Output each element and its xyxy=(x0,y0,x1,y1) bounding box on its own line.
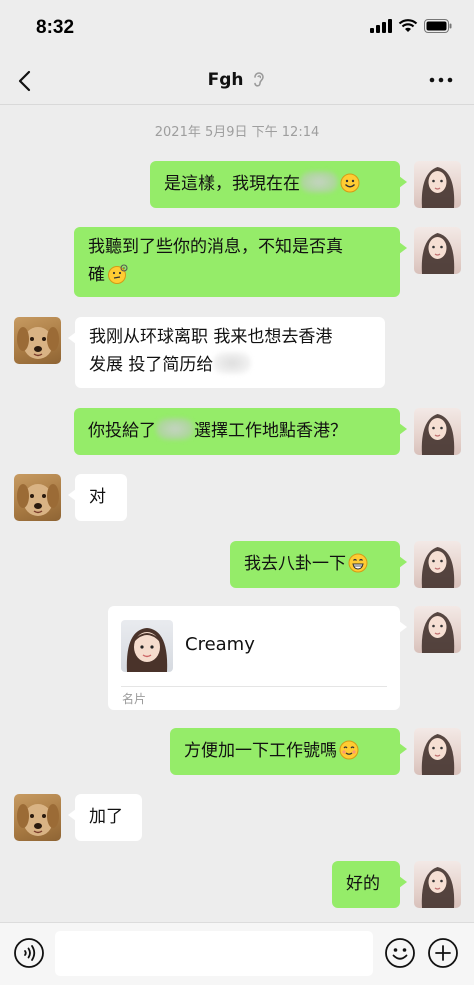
plus-icon xyxy=(428,938,458,968)
avatar-me[interactable] xyxy=(414,227,461,274)
message-bubble-me[interactable]: 好的 xyxy=(332,861,407,908)
message-text: 方便加一下工作號嗎 xyxy=(184,741,337,761)
heart-eyes-emoji-icon xyxy=(339,740,359,769)
signal-icon xyxy=(370,19,392,33)
message-text: 你投給了 xyxy=(88,421,156,441)
avatar-contact[interactable] xyxy=(14,317,61,364)
plus-button[interactable] xyxy=(427,937,459,969)
message-text-line2: 確 xyxy=(88,261,386,293)
message-text: 对 xyxy=(89,487,106,507)
chat-title-text: Fgh xyxy=(207,70,244,90)
message-bubble-other[interactable]: 对 xyxy=(68,474,127,521)
avatar-me[interactable] xyxy=(414,728,461,775)
message-text: 我聽到了些你的消息，不知是否真 xyxy=(88,237,343,257)
voice-button[interactable] xyxy=(13,937,45,969)
chat-title: Fgh xyxy=(0,70,474,93)
thinking-emoji-icon xyxy=(107,264,129,293)
message-bubble-me[interactable]: 我聽到了些你的消息，不知是否真 確 xyxy=(74,227,407,297)
contact-card[interactable]: Creamy 名片 xyxy=(108,606,407,710)
message-bubble-me[interactable]: 是這樣，我現在在 xyxy=(150,161,407,208)
redacted-blur xyxy=(300,171,338,193)
status-bar: 8:32 xyxy=(0,0,474,58)
avatar-contact[interactable] xyxy=(14,794,61,841)
avatar-contact[interactable] xyxy=(14,474,61,521)
wifi-icon xyxy=(398,19,418,32)
message-bubble-other[interactable]: 我刚从环球离职 我来也想去香港 发展 投了简历给 xyxy=(68,317,385,388)
message-text: 是這樣，我現在在 xyxy=(164,174,300,194)
avatar-me[interactable] xyxy=(414,408,461,455)
smile-emoji-icon xyxy=(340,173,360,202)
redacted-blur xyxy=(156,418,194,440)
message-bubble-other[interactable]: 加了 xyxy=(68,794,142,841)
status-time: 8:32 xyxy=(36,17,75,38)
more-button[interactable] xyxy=(428,70,454,90)
input-bar xyxy=(0,922,474,985)
ear-icon xyxy=(252,70,266,93)
avatar-me[interactable] xyxy=(414,541,461,588)
message-bubble-me[interactable]: 我去八卦一下 xyxy=(230,541,407,588)
battery-icon xyxy=(424,19,452,33)
message-text-line2: 发展 投了简历给 xyxy=(89,351,371,379)
grin-emoji-icon xyxy=(348,553,368,582)
message-text: 我去八卦一下 xyxy=(244,554,346,574)
contact-card-divider xyxy=(121,686,387,687)
contact-card-photo xyxy=(121,620,173,672)
message-bubble-me[interactable]: 方便加一下工作號嗎 xyxy=(170,728,407,775)
more-icon xyxy=(429,77,453,83)
avatar-me[interactable] xyxy=(414,861,461,908)
message-bubble-me[interactable]: 你投給了 選擇工作地點香港？ xyxy=(74,408,407,455)
message-text: 加了 xyxy=(89,807,123,827)
redacted-blur xyxy=(213,352,252,374)
message-text-end: 選擇工作地點香港？ xyxy=(194,421,347,441)
voice-icon xyxy=(14,938,44,968)
message-text: 我刚从环球离职 我来也想去香港 xyxy=(89,327,333,347)
contact-card-name: Creamy xyxy=(185,634,255,655)
avatar-me[interactable] xyxy=(414,161,461,208)
message-timestamp: 2021年 5月9日 下午 12:14 xyxy=(154,125,320,140)
contact-card-label: 名片 xyxy=(122,692,147,706)
emoji-icon xyxy=(385,938,415,968)
message-text: 好的 xyxy=(346,874,380,894)
message-input[interactable] xyxy=(55,931,373,976)
status-icons xyxy=(370,19,452,33)
avatar-me[interactable] xyxy=(414,606,461,653)
nav-bar: Fgh xyxy=(0,58,474,105)
emoji-button[interactable] xyxy=(384,937,416,969)
